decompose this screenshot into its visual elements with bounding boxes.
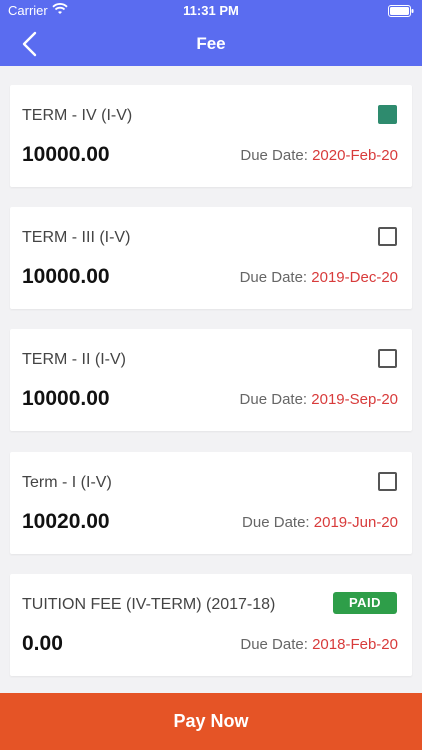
status-bar: Carrier 11:31 PM xyxy=(0,0,422,22)
page-title: Fee xyxy=(196,34,226,53)
due-date-row: Due Date: 2018-Feb-20 xyxy=(240,636,398,653)
due-date-value: 2020-Feb-20 xyxy=(312,147,398,164)
app-header: Carrier 11:31 PM Fee xyxy=(0,0,422,66)
due-date-value: 2018-Feb-20 xyxy=(312,636,398,653)
nav-bar: Fee xyxy=(0,22,422,66)
fee-checkbox[interactable] xyxy=(378,105,397,124)
fee-name: TERM - III (I-V) xyxy=(22,229,131,246)
fee-amount: 10000.00 xyxy=(22,265,110,288)
fee-amount: 10020.00 xyxy=(22,510,110,533)
fee-card[interactable]: TERM - III (I-V) 10000.00 Due Date: 2019… xyxy=(10,207,412,309)
due-date-label: Due Date: xyxy=(239,269,308,286)
fee-card[interactable]: Term - I (I-V) 10020.00 Due Date: 2019-J… xyxy=(10,452,412,554)
due-date-row: Due Date: 2020-Feb-20 xyxy=(240,147,398,164)
fee-checkbox[interactable] xyxy=(378,349,397,368)
due-date-label: Due Date: xyxy=(240,636,308,653)
fee-amount: 10000.00 xyxy=(22,143,110,166)
paid-badge: PAID xyxy=(333,592,397,614)
due-date-label: Due Date: xyxy=(239,391,308,408)
clock: 11:31 PM xyxy=(183,3,239,18)
battery-icon xyxy=(388,5,414,17)
fee-name: TERM - IV (I-V) xyxy=(22,107,133,124)
fee-amount: 0.00 xyxy=(22,632,63,655)
fee-card[interactable]: TERM - II (I-V) 10000.00 Due Date: 2019-… xyxy=(10,329,412,431)
fee-card[interactable]: TERM - IV (I-V) 10000.00 Due Date: 2020-… xyxy=(10,85,412,187)
fee-card: TUITION FEE (IV-TERM) (2017-18) PAID 0.0… xyxy=(10,574,412,676)
fee-checkbox[interactable] xyxy=(378,227,397,246)
fee-checkbox[interactable] xyxy=(378,472,397,491)
pay-now-button[interactable]: Pay Now xyxy=(0,693,422,750)
due-date-row: Due Date: 2019-Dec-20 xyxy=(240,269,398,286)
due-date-row: Due Date: 2019-Sep-20 xyxy=(240,391,398,408)
due-date-row: Due Date: 2019-Jun-20 xyxy=(242,514,398,531)
due-date-label: Due Date: xyxy=(242,514,310,531)
due-date-value: 2019-Dec-20 xyxy=(311,269,398,286)
due-date-label: Due Date: xyxy=(240,147,308,164)
due-date-value: 2019-Sep-20 xyxy=(311,391,398,408)
fee-amount: 10000.00 xyxy=(22,387,110,410)
fee-name: Term - I (I-V) xyxy=(22,474,112,491)
due-date-value: 2019-Jun-20 xyxy=(313,514,398,531)
fee-name: TERM - II (I-V) xyxy=(22,351,126,368)
fee-name: TUITION FEE (IV-TERM) (2017-18) xyxy=(22,596,276,613)
